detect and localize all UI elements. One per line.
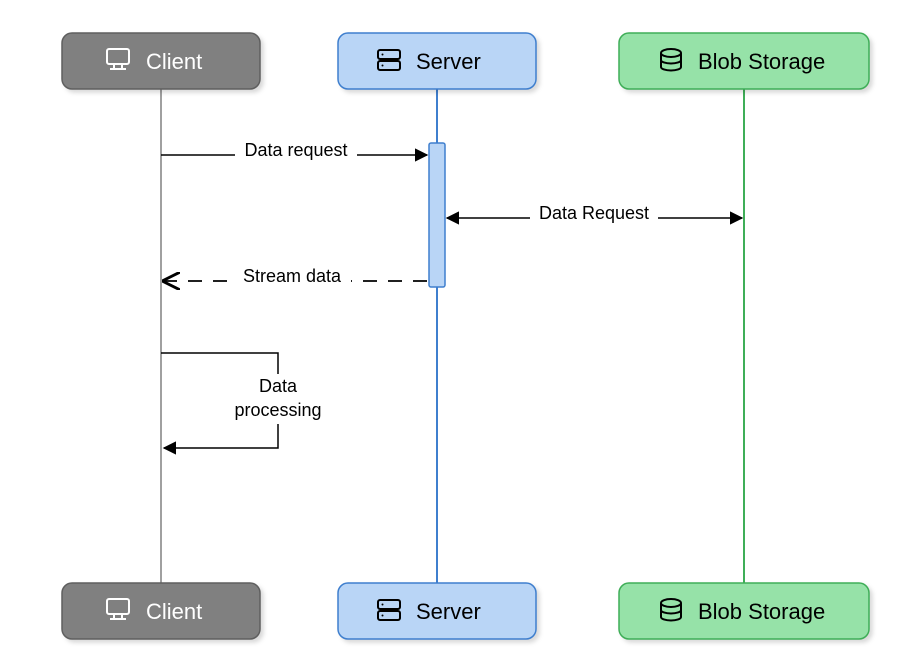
participant-server-bottom: Server — [338, 583, 536, 639]
participant-server-label-top: Server — [416, 49, 481, 74]
message-label-4-line2: processing — [234, 400, 321, 420]
participant-storage-label-bottom: Blob Storage — [698, 599, 825, 624]
participant-storage-top: Blob Storage — [619, 33, 869, 89]
participant-client-top: Client — [62, 33, 260, 89]
message-label-4-line1: Data — [259, 376, 298, 396]
participant-server-top: Server — [338, 33, 536, 89]
message-label-3: Stream data — [243, 266, 342, 286]
participant-server-label-bottom: Server — [416, 599, 481, 624]
sequence-diagram: Data request Data Request client (dashed… — [0, 0, 902, 670]
message-label-1: Data request — [244, 140, 347, 160]
participant-client-label-bottom: Client — [146, 599, 202, 624]
activation-server — [429, 143, 445, 287]
participant-client-bottom: Client — [62, 583, 260, 639]
participant-storage-label-top: Blob Storage — [698, 49, 825, 74]
message-label-2: Data Request — [539, 203, 649, 223]
participant-client-label-top: Client — [146, 49, 202, 74]
participant-storage-bottom: Blob Storage — [619, 583, 869, 639]
